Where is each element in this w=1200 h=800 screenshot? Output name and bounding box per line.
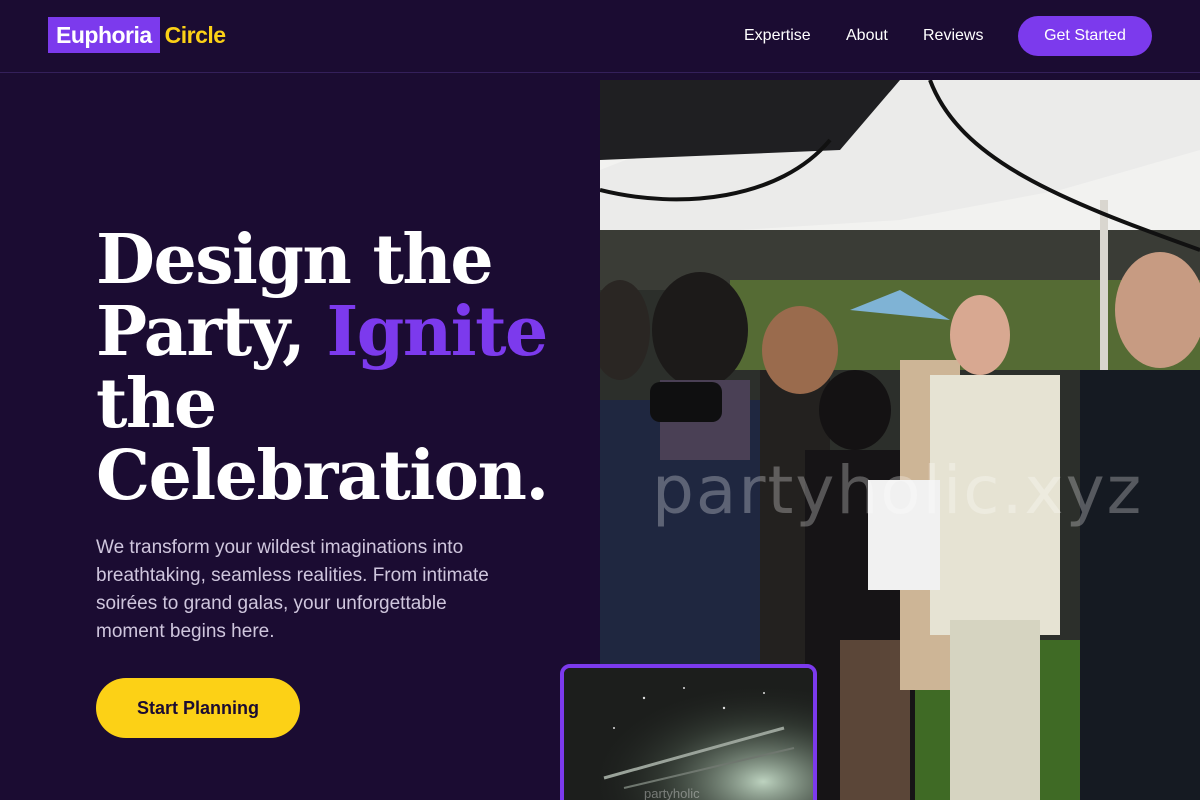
headline-line-4: Celebration. [96, 436, 549, 516]
thumbnail-watermark: partyholic [644, 786, 700, 800]
start-planning-button[interactable]: Start Planning [96, 678, 300, 738]
logo-accent-text: Circle [164, 21, 226, 48]
nav-link-about[interactable]: About [846, 24, 888, 48]
hero-headline: Design the Party, Ignite the Celebration… [96, 224, 566, 512]
hero-subtext: We transform your wildest imaginations i… [96, 537, 489, 642]
image-watermark: partyholic.xyz [652, 452, 1144, 529]
thumbnail-concert-photo[interactable]: partyholic [560, 664, 817, 800]
headline-line-3: the [96, 364, 217, 444]
logo-primary-text: Euphoria [48, 17, 160, 53]
landing-page: Euphoria Circle Expertise About Reviews … [0, 0, 1200, 800]
nav-link-reviews[interactable]: Reviews [923, 24, 983, 48]
top-nav: Euphoria Circle Expertise About Reviews … [0, 0, 1200, 73]
headline-line-1: Design the [96, 220, 494, 300]
brand-logo[interactable]: Euphoria Circle [48, 17, 226, 53]
headline-line-2a: Party, [96, 292, 327, 372]
get-started-button[interactable]: Get Started [1018, 16, 1152, 56]
nav-link-expertise[interactable]: Expertise [744, 24, 811, 48]
thumbnail-illustration [564, 668, 813, 800]
headline-accent-word: Ignite [326, 292, 548, 372]
